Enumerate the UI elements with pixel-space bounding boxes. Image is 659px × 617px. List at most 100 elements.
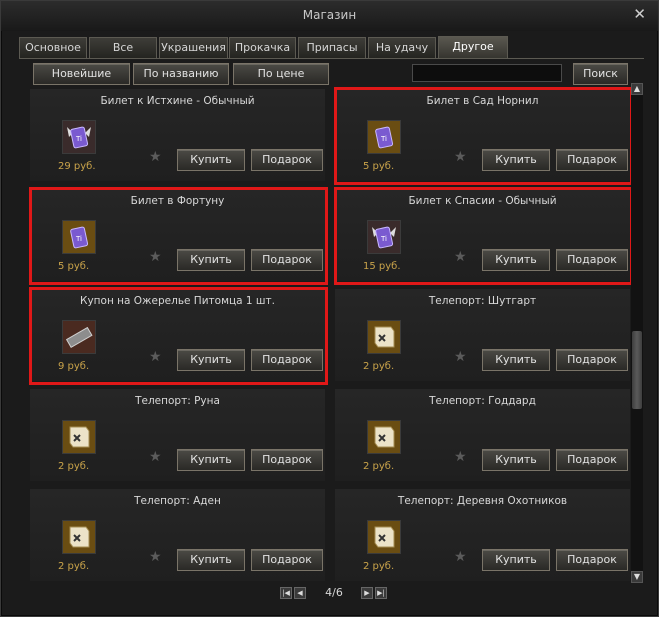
shop-item-card: Телепорт: Аден 2 руб. ★ Купить Подарок	[30, 489, 325, 581]
gift-button[interactable]: Подарок	[556, 249, 628, 271]
favorite-star-icon[interactable]: ★	[149, 450, 162, 464]
page-indicator: 4/6	[325, 586, 343, 599]
sort-by-name-button[interactable]: По названию	[133, 63, 229, 85]
shop-item-card: Купон на Ожерелье Питомца 1 шт. 9 руб. ★ Ку…	[30, 289, 325, 381]
item-name: Билет в Фортуну	[130, 195, 225, 207]
item-price: 2 руб.	[363, 361, 395, 372]
item-name: Телепорт: Аден	[134, 495, 221, 507]
title-bar[interactable]: Магазин ✕	[1, 1, 658, 31]
buy-button[interactable]: Купить	[177, 349, 245, 371]
buy-button[interactable]: Купить	[177, 249, 245, 271]
buy-button[interactable]: Купить	[177, 549, 245, 571]
svg-text:Ti: Ti	[75, 135, 82, 143]
coupon-icon[interactable]	[62, 320, 96, 354]
item-price: 15 руб.	[363, 261, 401, 272]
item-price: 29 руб.	[58, 161, 96, 172]
window-title: Магазин	[302, 8, 357, 22]
shop-window: Магазин ✕ Основное Все Украшения Прокачк…	[0, 0, 659, 617]
shop-item-card: Телепорт: Руна 2 руб. ★ Купить Подарок	[30, 389, 325, 481]
item-price: 2 руб.	[58, 561, 90, 572]
shop-item-card: Телепорт: Годдард 2 руб. ★ Купить Подарок	[335, 389, 630, 481]
gift-button[interactable]: Подарок	[251, 549, 323, 571]
svg-text:Ti: Ti	[75, 235, 82, 243]
shop-item-card: Билет к Истхине - Обычный Ti 29 руб. ★ Купит…	[30, 89, 325, 181]
gift-button[interactable]: Подарок	[556, 549, 628, 571]
buy-button[interactable]: Купить	[177, 449, 245, 471]
scroll-icon[interactable]	[62, 520, 96, 554]
close-icon[interactable]: ✕	[633, 7, 646, 22]
item-name: Телепорт: Шутгарт	[428, 295, 537, 307]
item-price: 2 руб.	[363, 461, 395, 472]
first-page-icon[interactable]: |◀	[280, 587, 292, 599]
tab-leveling[interactable]: Прокачка	[229, 37, 296, 58]
search-input[interactable]	[412, 64, 562, 82]
item-name: Билет к Истхине - Обычный	[100, 95, 255, 107]
ticket-gold-icon[interactable]: Ti	[62, 220, 96, 254]
buy-button[interactable]: Купить	[482, 349, 550, 371]
search-button[interactable]: Поиск	[573, 63, 628, 85]
scroll-up-icon[interactable]: ▲	[631, 83, 643, 95]
item-name: Телепорт: Деревня Охотников	[397, 495, 568, 507]
favorite-star-icon[interactable]: ★	[149, 150, 162, 164]
shop-item-card: Билет в Сад Норнил Ti 5 руб. ★ Купить Подарок	[335, 89, 630, 181]
favorite-star-icon[interactable]: ★	[454, 250, 467, 264]
scroll-icon[interactable]	[367, 520, 401, 554]
favorite-star-icon[interactable]: ★	[149, 550, 162, 564]
sort-by-price-button[interactable]: По цене	[233, 63, 329, 85]
favorite-star-icon[interactable]: ★	[454, 150, 467, 164]
buy-button[interactable]: Купить	[177, 149, 245, 171]
gift-button[interactable]: Подарок	[556, 449, 628, 471]
shop-item-card: Билет к Спасии - Обычный Ti 15 руб. ★ Купить…	[335, 189, 630, 281]
item-price: 9 руб.	[58, 361, 90, 372]
scroll-icon[interactable]	[367, 420, 401, 454]
ticket-purple-icon[interactable]: Ti	[367, 220, 401, 254]
next-page-icon[interactable]: ▶	[361, 587, 373, 599]
shop-item-card: Телепорт: Деревня Охотников 2 руб. ★ Купить…	[335, 489, 630, 581]
item-price: 2 руб.	[363, 561, 395, 572]
scroll-icon[interactable]	[62, 420, 96, 454]
favorite-star-icon[interactable]: ★	[454, 550, 467, 564]
sort-newest-button[interactable]: Новейшие	[33, 63, 130, 85]
favorite-star-icon[interactable]: ★	[149, 250, 162, 264]
shop-item-card: Билет в Фортуну Ti 5 руб. ★ Купить Подарок	[30, 189, 325, 281]
item-name: Билет в Сад Норнил	[426, 95, 539, 107]
gift-button[interactable]: Подарок	[251, 149, 323, 171]
scroll-icon[interactable]	[367, 320, 401, 354]
ticket-purple-icon[interactable]: Ti	[62, 120, 96, 154]
item-price: 5 руб.	[58, 261, 90, 272]
item-price: 2 руб.	[58, 461, 90, 472]
gift-button[interactable]: Подарок	[251, 449, 323, 471]
gift-button[interactable]: Подарок	[556, 349, 628, 371]
gift-button[interactable]: Подарок	[251, 349, 323, 371]
item-name: Телепорт: Руна	[135, 395, 220, 407]
shop-item-card: Телепорт: Шутгарт 2 руб. ★ Купить Подарок	[335, 289, 630, 381]
item-name: Телепорт: Годдард	[429, 395, 536, 407]
tab-all[interactable]: Все	[89, 37, 157, 58]
buy-button[interactable]: Купить	[482, 449, 550, 471]
item-price: 5 руб.	[363, 161, 395, 172]
tab-basic[interactable]: Основное	[19, 37, 87, 58]
scrollbar-thumb[interactable]	[632, 331, 642, 409]
favorite-star-icon[interactable]: ★	[454, 450, 467, 464]
scroll-down-icon[interactable]: ▼	[631, 571, 643, 583]
last-page-icon[interactable]: ▶|	[375, 587, 387, 599]
tab-accessories[interactable]: Украшения	[159, 37, 228, 58]
buy-button[interactable]: Купить	[482, 249, 550, 271]
prev-page-icon[interactable]: ◀	[294, 587, 306, 599]
buy-button[interactable]: Купить	[482, 549, 550, 571]
tab-divider	[19, 58, 644, 59]
item-name: Билет к Спасии - Обычный	[408, 195, 557, 207]
tab-supplies[interactable]: Припасы	[298, 37, 366, 58]
favorite-star-icon[interactable]: ★	[454, 350, 467, 364]
buy-button[interactable]: Купить	[482, 149, 550, 171]
tab-luck[interactable]: На удачу	[368, 37, 436, 58]
gift-button[interactable]: Подарок	[251, 249, 323, 271]
svg-text:Ti: Ti	[380, 235, 387, 243]
ticket-gold-icon[interactable]: Ti	[367, 120, 401, 154]
tab-other[interactable]: Другое	[438, 36, 508, 59]
favorite-star-icon[interactable]: ★	[149, 350, 162, 364]
item-list: Билет к Истхине - Обычный Ti 29 руб. ★ Купит…	[29, 87, 633, 581]
item-name: Купон на Ожерелье Питомца 1 шт.	[80, 295, 275, 307]
svg-text:Ti: Ti	[380, 135, 387, 143]
gift-button[interactable]: Подарок	[556, 149, 628, 171]
